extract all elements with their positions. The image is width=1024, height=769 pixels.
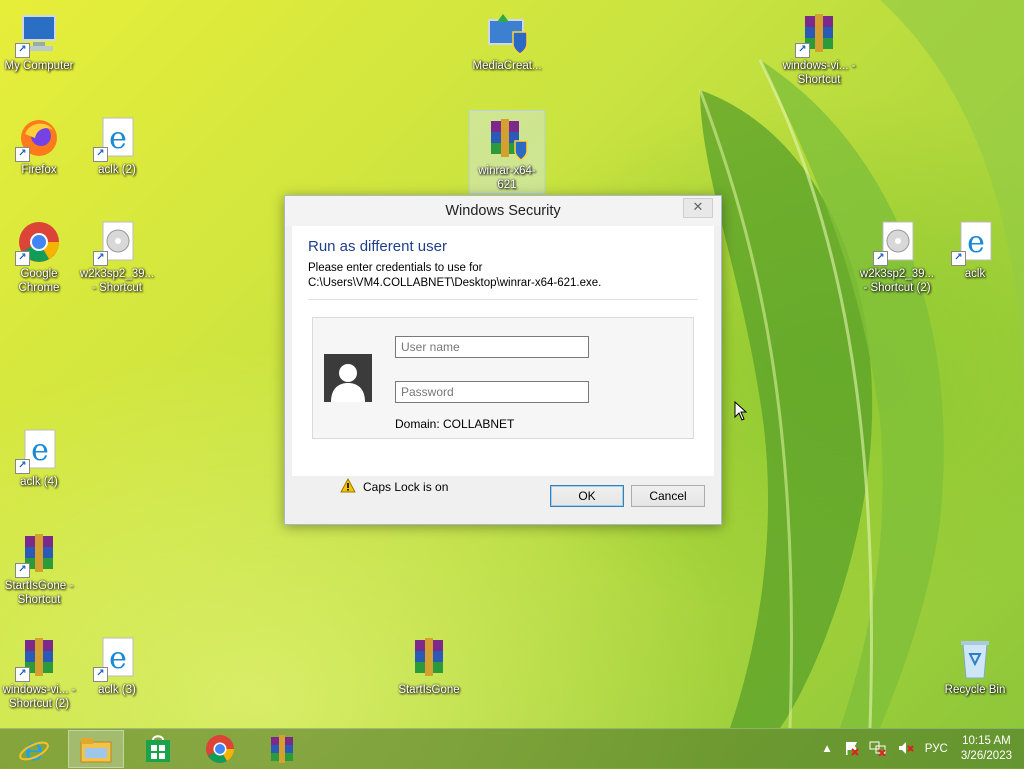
clock-time: 10:15 AM [962, 735, 1011, 747]
icon-label: StartIsGone [398, 684, 460, 696]
user-avatar-icon [324, 354, 372, 402]
icon-label: Recycle Bin [944, 684, 1006, 696]
credential-tile[interactable]: Domain: COLLABNET [312, 317, 694, 439]
desktop-icon-w2k3sp2-shortcut[interactable]: ↗ w2k3sp2_39... - Shortcut [79, 214, 155, 298]
clock[interactable]: 10:15 AM 3/26/2023 [961, 734, 1012, 764]
icon-label: aclk (2) [98, 164, 136, 176]
firefox-icon: ↗ [15, 114, 63, 162]
ie-icon: e ↗ [93, 634, 141, 682]
close-icon: ✕ [692, 199, 704, 214]
icon-label: windows-vi... - Shortcut [782, 60, 856, 86]
disc-file-icon: ↗ [93, 218, 141, 266]
dialog-title: Windows Security [445, 203, 561, 219]
icon-label: windows-vi... - Shortcut (2) [2, 684, 76, 710]
recycle-bin-icon [951, 634, 999, 682]
winrar-icon [405, 634, 453, 682]
disc-file-icon: ↗ [873, 218, 921, 266]
icon-label: winrar-x64-621 [478, 165, 536, 191]
desktop-icon-aclk-4[interactable]: e ↗ aclk (4) [1, 422, 77, 506]
close-button[interactable]: ✕ [683, 198, 713, 218]
media-creation-icon [483, 10, 531, 58]
show-hidden-icons-icon[interactable]: ▲ [821, 743, 832, 755]
winrar-icon [271, 735, 293, 763]
description-line-1: Please enter credentials to use for [308, 262, 483, 274]
ie-icon: e ↗ [15, 426, 63, 474]
desktop-icon-aclk-3[interactable]: e ↗ aclk (3) [79, 630, 155, 714]
icon-label: w2k3sp2_39... - Shortcut (2) [859, 268, 935, 294]
volume-muted-icon[interactable] [897, 740, 915, 759]
dialog-body: Run as different user Please enter crede… [292, 226, 714, 494]
svg-text:e: e [31, 433, 49, 468]
taskbar: e ▲ РУС 10:15 AM 3/26/2023 [0, 728, 1024, 769]
password-field[interactable] [395, 381, 589, 403]
windows-security-dialog: Windows Security ✕ Run as different user… [284, 195, 722, 525]
desktop-icon-startisgone[interactable]: StartIsGone [391, 630, 467, 714]
winrar-icon: ↗ [15, 530, 63, 578]
cancel-button[interactable]: Cancel [631, 485, 705, 507]
icon-label: My Computer [4, 60, 74, 72]
network-icon[interactable] [869, 740, 887, 759]
username-field[interactable] [395, 336, 589, 358]
taskbar-ie[interactable]: e [6, 730, 62, 768]
description-path: C:\Users\VM4.COLLABNET\Desktop\winrar-x6… [308, 277, 602, 289]
desktop-icon-startisgone-shortcut[interactable]: ↗ StartIsGone - Shortcut [1, 526, 77, 610]
winrar-icon: ↗ [15, 634, 63, 682]
ie-icon: e ↗ [951, 218, 999, 266]
separator [308, 299, 698, 300]
icon-label: aclk (4) [20, 476, 58, 488]
desktop-icon-recycle-bin[interactable]: Recycle Bin [937, 630, 1013, 714]
icon-label: aclk [964, 268, 986, 280]
icon-label: w2k3sp2_39... - Shortcut [79, 268, 155, 294]
chrome-icon: ↗ [15, 218, 63, 266]
ie-icon: e ↗ [93, 114, 141, 162]
dialog-description: Please enter credentials to use for C:\U… [308, 261, 601, 291]
store-icon [146, 735, 170, 762]
svg-text:e: e [109, 641, 127, 676]
dialog-heading: Run as different user [308, 238, 447, 255]
ok-button[interactable]: OK [550, 485, 624, 507]
desktop-icon-my-computer[interactable]: ↗ My Computer [1, 6, 77, 90]
svg-text:e: e [109, 121, 127, 156]
computer-icon: ↗ [15, 10, 63, 58]
taskbar-chrome[interactable] [192, 730, 248, 768]
chrome-icon [206, 735, 234, 763]
desktop-icon-google-chrome[interactable]: ↗ Google Chrome [1, 214, 77, 298]
taskbar-store[interactable] [130, 730, 186, 768]
winrar-installer-icon [483, 115, 531, 163]
icon-label: Firefox [21, 164, 57, 176]
domain-label: Domain: COLLABNET [395, 417, 515, 431]
language-indicator[interactable]: РУС [925, 743, 948, 755]
desktop-icon-windows-vi-shortcut-2[interactable]: ↗ windows-vi... - Shortcut (2) [1, 630, 77, 714]
dialog-footer: OK Cancel [292, 476, 714, 518]
desktop-icon-aclk[interactable]: e ↗ aclk [937, 214, 1013, 298]
desktop-icon-w2k3sp2-shortcut-2[interactable]: ↗ w2k3sp2_39... - Shortcut (2) [859, 214, 935, 298]
taskbar-winrar[interactable] [254, 730, 310, 768]
icon-label: StartIsGone - Shortcut [4, 580, 74, 606]
desktop-icon-windows-vi-shortcut[interactable]: ↗ windows-vi... - Shortcut [781, 6, 857, 90]
icon-label: aclk (3) [98, 684, 136, 696]
icon-label: Google Chrome [18, 268, 60, 294]
desktop-icon-firefox[interactable]: ↗ Firefox [1, 110, 77, 194]
system-tray: ▲ РУС 10:15 AM 3/26/2023 [816, 729, 1024, 769]
desktop-icon-mediacreation[interactable]: MediaCreat... [469, 6, 545, 90]
ie-icon: e [19, 733, 49, 765]
svg-text:e: e [967, 225, 985, 260]
taskbar-file-explorer[interactable] [68, 730, 124, 768]
clock-date: 3/26/2023 [960, 750, 1012, 762]
action-center-flag-icon[interactable] [843, 740, 859, 759]
mouse-cursor-icon [734, 401, 748, 421]
file-explorer-icon [80, 738, 112, 763]
icon-label: MediaCreat... [472, 60, 542, 72]
desktop-icon-aclk-2[interactable]: e ↗ aclk (2) [79, 110, 155, 194]
desktop-icon-winrar-x64-621[interactable]: winrar-x64-621 [469, 110, 545, 194]
dialog-titlebar[interactable]: Windows Security ✕ [285, 196, 721, 226]
winrar-icon: ↗ [795, 10, 843, 58]
